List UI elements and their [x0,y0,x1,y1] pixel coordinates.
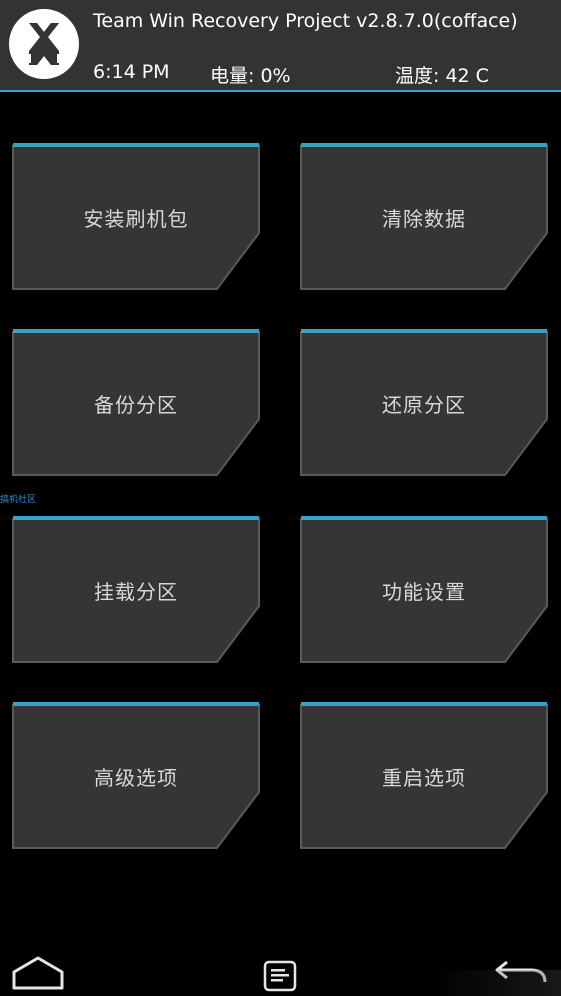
backup-label: 备份分区 [94,392,178,417]
app-title: Team Win Recovery Project v2.8.7.0(coffa… [93,10,518,32]
reboot-label: 重启选项 [382,765,466,790]
temperature-status: 温度: 42 C [395,65,489,87]
console-icon[interactable] [263,960,297,992]
twrp-logo-icon [9,9,79,79]
corner-shade [430,970,561,996]
wipe-button[interactable]: 清除数据 [300,143,548,291]
settings-label: 功能设置 [382,579,466,604]
wipe-label: 清除数据 [382,206,466,231]
backup-button[interactable]: 备份分区 [12,329,260,477]
restore-button[interactable]: 还原分区 [300,329,548,477]
watermark: 搞机社区 [0,495,37,505]
mount-button[interactable]: 挂载分区 [12,516,260,664]
settings-button[interactable]: 功能设置 [300,516,548,664]
clock: 6:14 PM [93,61,170,83]
install-button[interactable]: 安装刷机包 [12,143,260,291]
advanced-button[interactable]: 高级选项 [12,702,260,850]
status-header: Team Win Recovery Project v2.8.7.0(coffa… [0,0,561,92]
home-icon[interactable] [10,954,66,994]
battery-status: 电量: 0% [210,65,291,87]
install-label: 安装刷机包 [83,206,189,231]
advanced-label: 高级选项 [94,765,178,790]
restore-label: 还原分区 [382,392,466,417]
mount-label: 挂载分区 [94,579,178,604]
reboot-button[interactable]: 重启选项 [300,702,548,850]
